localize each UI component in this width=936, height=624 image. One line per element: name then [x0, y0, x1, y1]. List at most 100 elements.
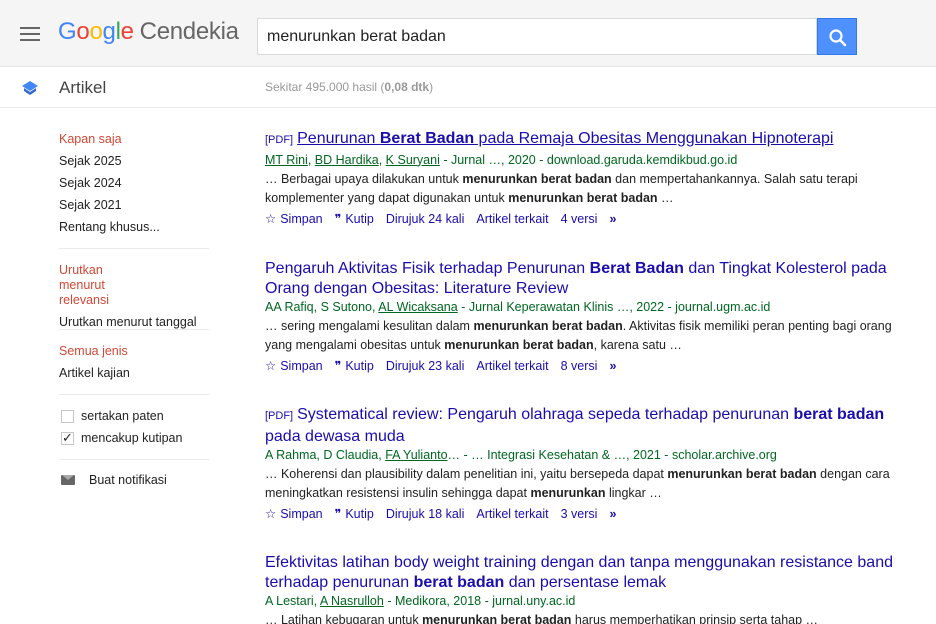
title-text: Systematical review: Pengaruh olahraga s… — [297, 406, 794, 423]
subheader: Artikel Sekitar 495.000 hasil (0,08 dtk) — [0, 67, 936, 108]
snippet-text: … Berbagai upaya dilakukan untuk — [265, 171, 463, 186]
author-link[interactable]: A Nasrulloh — [320, 594, 384, 608]
more-options-icon[interactable]: » — [609, 507, 616, 521]
cited-by-link[interactable]: Dirujuk 18 kali — [386, 507, 465, 521]
result-item: [PDF] Penurunan Berat Badan pada Remaja O… — [265, 129, 905, 229]
author-sep: , — [307, 152, 315, 167]
time-filter-item[interactable]: Rentang khusus... — [59, 216, 209, 238]
result-snippet: … Latihan kebugaran untuk menurunkan ber… — [265, 611, 905, 624]
pdf-badge[interactable]: [PDF] — [265, 134, 293, 146]
more-options-icon[interactable]: » — [609, 212, 616, 226]
result-count-time: 0,08 dtk — [384, 80, 430, 94]
author-link[interactable]: FA Yulianto — [385, 448, 447, 462]
cite-button[interactable]: ❞ Kutip — [335, 507, 374, 521]
search-button[interactable] — [817, 18, 857, 55]
result-count-suffix: ) — [429, 80, 434, 94]
checkbox-label: sertakan paten — [81, 409, 164, 423]
related-articles-link[interactable]: Artikel terkait — [476, 507, 548, 521]
cite-button[interactable]: ❞ Kutip — [335, 212, 374, 226]
scholar-logo[interactable]: Google Cendekia — [58, 18, 239, 46]
author-names: AA Rafiq, S Sutono, — [265, 300, 379, 314]
result-title[interactable]: Pengaruh Aktivitas Fisik terhadap Penuru… — [265, 259, 905, 298]
pdf-badge[interactable]: [PDF] — [265, 410, 293, 422]
result-meta: A Lestari, A Nasrulloh - Medikora, 2018 … — [265, 592, 905, 611]
result-title-link[interactable]: Pengaruh Aktivitas Fisik terhadap Penuru… — [265, 260, 887, 297]
related-articles-link[interactable]: Artikel terkait — [476, 359, 548, 373]
result-title-link[interactable]: Penurunan Berat Badan pada Remaja Obesit… — [297, 130, 833, 147]
cite-label: Kutip — [345, 507, 374, 521]
checkbox-label: mencakup kutipan — [81, 431, 183, 445]
result-source: … - … Integrasi Kesehatan & …, 2021 - sc… — [447, 448, 777, 462]
snippet-text: , karena satu … — [593, 338, 682, 352]
result-title[interactable]: Efektivitas latihan body weight training… — [265, 553, 905, 592]
hamburger-menu-icon[interactable] — [20, 27, 40, 41]
author-link[interactable]: MT Rini — [265, 153, 308, 167]
quote-icon: ❞ — [334, 359, 342, 373]
result-snippet: … sering mengalami kesulitan dalam menur… — [265, 317, 905, 355]
snippet-text: menurunkan berat badan — [462, 171, 612, 186]
snippet-text: menurunkan berat badan — [667, 467, 817, 481]
checkbox-box[interactable] — [61, 427, 74, 449]
save-button[interactable]: ☆ Simpan — [265, 507, 323, 521]
time-filter-group: Kapan saja Sejak 2025 Sejak 2024 Sejak 2… — [59, 128, 209, 238]
sort-group: Urutkan menurut relevansi Urutkan menuru… — [59, 260, 209, 333]
mail-icon — [61, 475, 75, 485]
author-link[interactable]: AL Wicaksana — [378, 300, 457, 314]
header: Google Cendekia — [0, 0, 936, 67]
save-label: Simpan — [280, 211, 323, 226]
snippet-text: harus memperhatikan prinsip serta tahap … — [571, 613, 819, 624]
title-text: dan persentase lemak — [504, 573, 667, 591]
title-text: Berat Badan — [589, 260, 684, 277]
snippet-text: menurunkan berat badan — [473, 319, 623, 333]
versions-link[interactable]: 4 versi — [561, 212, 598, 226]
logo-letter: G — [58, 18, 77, 45]
logo-suffix: Cendekia — [139, 18, 239, 45]
result-meta: A Rahma, D Claudia, FA Yulianto… - … Int… — [265, 446, 905, 465]
cited-by-link[interactable]: Dirujuk 23 kali — [386, 359, 465, 373]
time-filter-item[interactable]: Kapan saja — [59, 128, 209, 150]
author-link[interactable]: BD Hardika — [315, 153, 379, 167]
logo-letter: o — [76, 18, 90, 45]
type-group: Semua jenis Artikel kajian — [59, 340, 209, 384]
time-filter-item[interactable]: Sejak 2021 — [59, 194, 209, 216]
result-title[interactable]: [PDF] Penurunan Berat Badan pada Remaja O… — [265, 129, 905, 151]
logo-letter: o — [89, 18, 103, 45]
logo-letter: g — [102, 18, 116, 45]
result-item: Pengaruh Aktivitas Fisik terhadap Penuru… — [265, 259, 905, 376]
versions-link[interactable]: 3 versi — [561, 507, 598, 521]
snippet-text: … — [657, 190, 674, 205]
include-patents-checkbox[interactable]: sertakan paten — [59, 405, 209, 427]
author-link[interactable]: K Suryani — [386, 153, 440, 167]
versions-link[interactable]: 8 versi — [561, 359, 598, 373]
result-snippet: … Berbagai upaya dilakukan untuk menurun… — [265, 170, 905, 208]
result-meta: AA Rafiq, S Sutono, AL Wicaksana - Jurna… — [265, 298, 905, 317]
related-articles-link[interactable]: Artikel terkait — [476, 212, 548, 226]
cited-by-link[interactable]: Dirujuk 24 kali — [386, 212, 465, 226]
include-citations-checkbox[interactable]: mencakup kutipan — [59, 427, 209, 449]
type-all[interactable]: Semua jenis — [59, 340, 209, 362]
result-title-link[interactable]: Systematical review: Pengaruh olahraga s… — [265, 406, 884, 445]
create-alert-button[interactable]: Buat notifikasi — [59, 473, 209, 487]
result-source: - Medikora, 2018 - jurnal.uny.ac.id — [383, 594, 576, 608]
checkbox-box[interactable] — [61, 409, 74, 423]
search-input[interactable] — [257, 18, 817, 55]
time-filter-item[interactable]: Sejak 2024 — [59, 172, 209, 194]
type-review[interactable]: Artikel kajian — [59, 362, 209, 384]
time-filter-item[interactable]: Sejak 2025 — [59, 150, 209, 172]
result-title-link[interactable]: Efektivitas latihan body weight training… — [265, 554, 893, 591]
snippet-text: menurunkan berat badan — [508, 190, 658, 205]
cite-label: Kutip — [345, 359, 374, 373]
more-options-icon[interactable]: » — [609, 359, 616, 373]
result-actions: ☆ Simpan ❞ Kutip Dirujuk 23 kali Artikel terk… — [265, 357, 905, 376]
notif-group: Buat notifikasi — [59, 473, 209, 487]
author-names: A Lestari, — [265, 594, 320, 608]
cite-button[interactable]: ❞ Kutip — [335, 359, 374, 373]
save-button[interactable]: ☆ Simpan — [265, 359, 323, 373]
author-sep: , — [378, 152, 386, 167]
save-button[interactable]: ☆ Simpan — [265, 212, 323, 226]
sort-relevance[interactable]: Urutkan menurut relevansi — [59, 260, 209, 311]
result-title[interactable]: [PDF] Systematical review: Pengaruh olahr… — [265, 405, 905, 446]
save-label: Simpan — [280, 507, 323, 521]
star-icon: ☆ — [265, 359, 277, 373]
title-text: berat badan — [413, 573, 505, 591]
